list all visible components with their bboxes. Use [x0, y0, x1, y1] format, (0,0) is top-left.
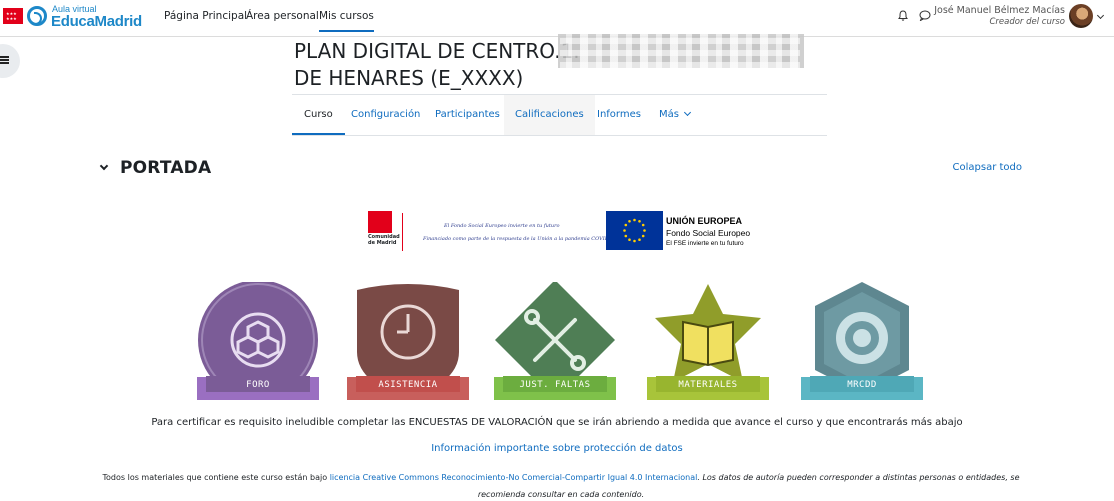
- nav-personal-link[interactable]: Área personal: [246, 10, 319, 22]
- course-index-toggle-button[interactable]: [0, 44, 20, 78]
- chevron-down-icon: [684, 108, 692, 117]
- course-title-line1: PLAN DIGITAL DE CENTRO.1.: [294, 39, 580, 63]
- divider: [402, 213, 403, 251]
- course-title-line2: DE HENARES (E_XXXX): [294, 66, 524, 90]
- eu-flag-icon: [606, 211, 663, 250]
- notifications-bell-icon[interactable]: [898, 10, 908, 21]
- list-icon: [0, 56, 9, 64]
- badge-asistencia[interactable]: ASISTENCIA: [343, 282, 473, 402]
- section-title[interactable]: PORTADA: [120, 158, 211, 178]
- badge-label: FORO: [246, 380, 270, 390]
- book-icon: [682, 320, 734, 367]
- messages-chat-icon[interactable]: [919, 10, 931, 21]
- user-role: Creador del curso: [989, 17, 1065, 27]
- collapse-all-link[interactable]: Colapsar todo: [953, 162, 1023, 173]
- nav-courses-link[interactable]: Mis cursos: [319, 10, 374, 32]
- tab-more-label: Más: [659, 109, 679, 120]
- user-name[interactable]: José Manuel Bélmez Macías: [934, 5, 1065, 16]
- tab-settings[interactable]: Configuración: [351, 95, 420, 135]
- badge-label: MRCDD: [847, 380, 877, 390]
- tab-grades[interactable]: Calificaciones: [504, 95, 595, 135]
- tab-course[interactable]: Curso: [292, 95, 345, 135]
- tab-participants[interactable]: Participantes: [435, 95, 500, 135]
- course-secondary-navigation: Curso Configuración Participantes Califi…: [292, 94, 827, 136]
- avatar[interactable]: [1069, 4, 1093, 28]
- user-menu-chevron-down-icon[interactable]: [1096, 11, 1105, 20]
- section-collapse-chevron-icon[interactable]: [99, 161, 109, 171]
- fse-script-line2: Financiado como parte de la respuesta de…: [423, 236, 616, 242]
- nav-home-link[interactable]: Página Principal: [164, 10, 247, 22]
- badge-foro[interactable]: FORO: [193, 282, 323, 402]
- badge-label: JUST. FALTAS: [519, 380, 591, 390]
- badge-materiales[interactable]: MATERIALES: [643, 282, 773, 402]
- cc-license-link[interactable]: licencia Creative Commons Reconocimiento…: [330, 473, 698, 482]
- badge-label: MATERIALES: [678, 380, 738, 390]
- redacted-blur-overlay: [560, 34, 800, 68]
- top-navbar: ★★★ ★★★ Aula virtual EducaMadrid Página P…: [0, 0, 1114, 37]
- comunidad-madrid-flag-icon: ★★★ ★★★: [3, 8, 23, 24]
- target-icon: [836, 312, 888, 364]
- license-prefix: Todos los materiales que contiene este c…: [102, 473, 330, 482]
- badge-label: ASISTENCIA: [378, 380, 438, 390]
- data-protection-link[interactable]: Información importante sobre protección …: [0, 443, 1114, 454]
- comunidad-madrid-logo: Comunidad de Madrid: [368, 211, 400, 251]
- badge-just-faltas[interactable]: JUST. FALTAS: [490, 282, 620, 402]
- badge-mrcdd[interactable]: MRCDD: [797, 282, 927, 402]
- educamadrid-logo-icon[interactable]: [27, 6, 47, 26]
- eu-tagline: El FSE invierte en tu futuro: [666, 240, 744, 247]
- license-notice: Todos los materiales que contiene este c…: [96, 469, 1026, 501]
- tab-more[interactable]: Más: [659, 95, 692, 135]
- brand-name[interactable]: EducaMadrid: [51, 13, 142, 30]
- eu-title: UNIÓN EUROPEA: [666, 216, 743, 226]
- requirement-text: Para certificar es requisito ineludible …: [151, 417, 963, 428]
- eu-subtitle: Fondo Social Europeo: [666, 228, 751, 238]
- fse-script-line1: El Fondo Social Europeo invierte en tu f…: [444, 223, 560, 229]
- madrid-stars-icon: [368, 211, 392, 233]
- cam-logo-text: Comunidad de Madrid: [368, 234, 400, 246]
- tab-reports[interactable]: Informes: [597, 95, 641, 135]
